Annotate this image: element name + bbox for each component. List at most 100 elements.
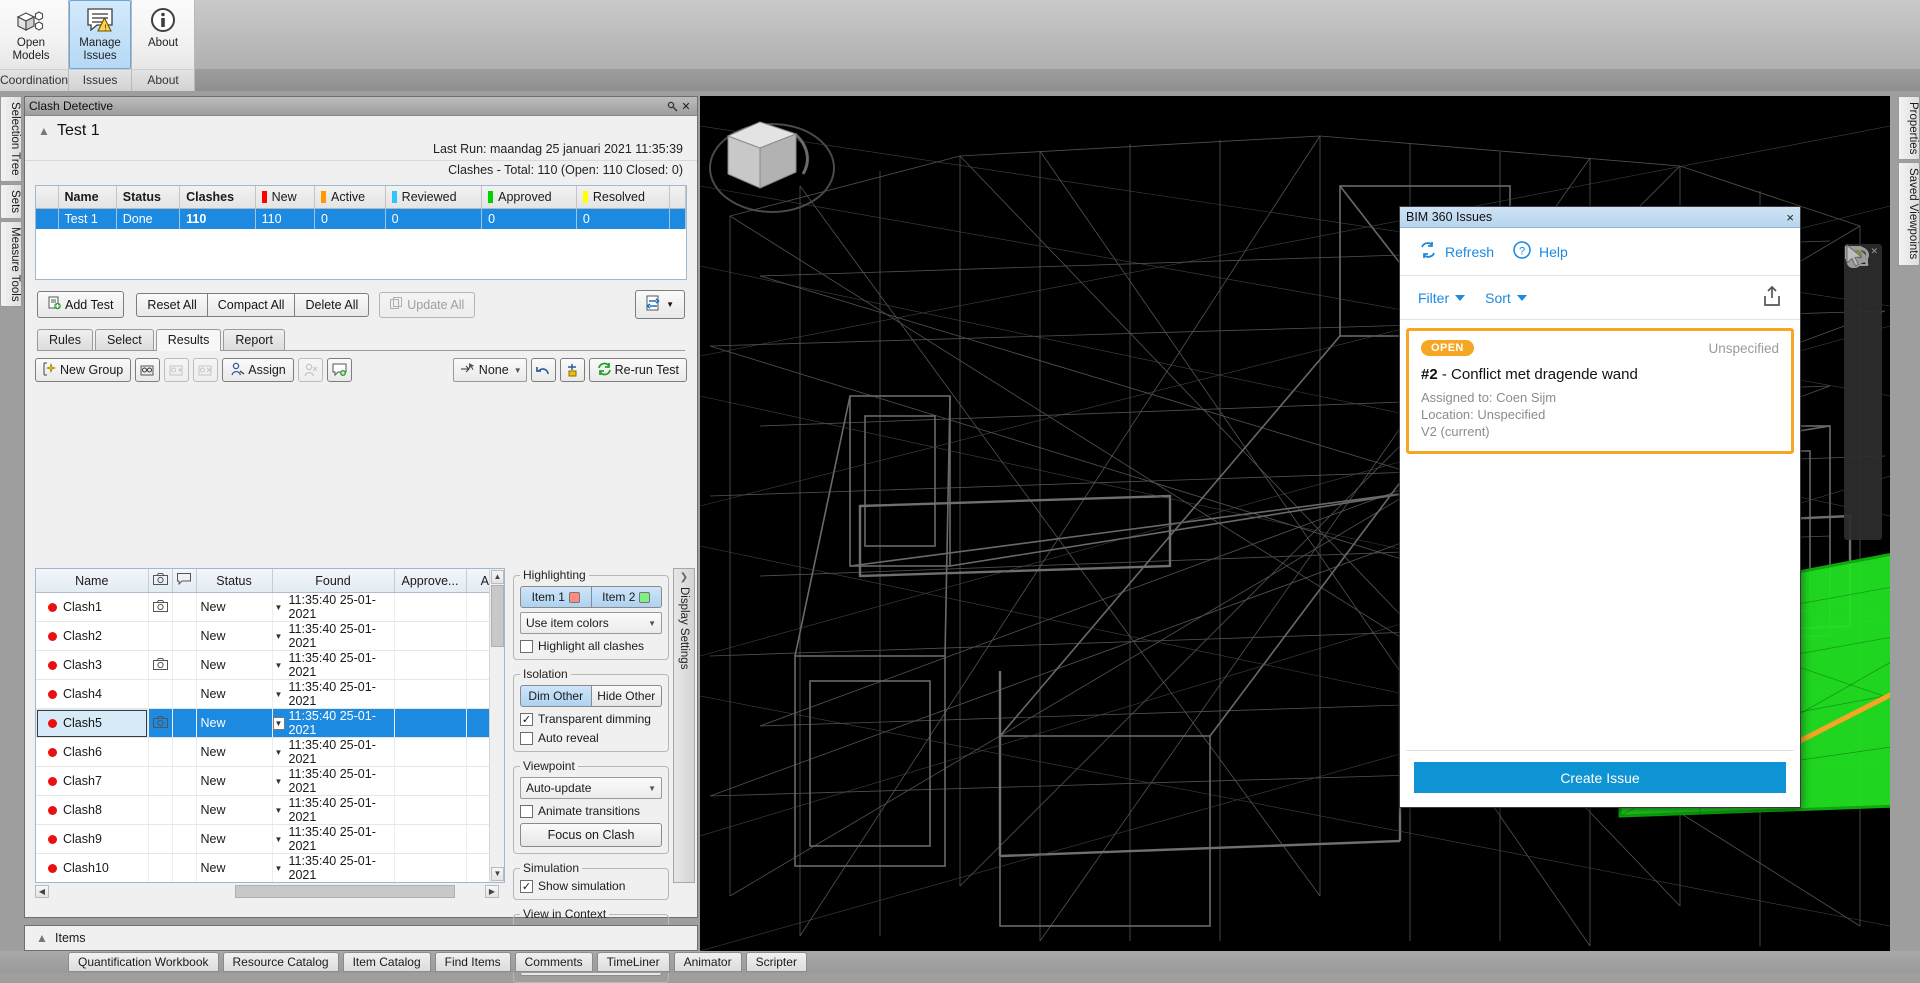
bottom-tab-quantification-workbook[interactable]: Quantification Workbook (68, 952, 219, 972)
summary-col-approved[interactable]: Approved (481, 186, 577, 209)
walk-icon[interactable] (1844, 246, 1882, 484)
show-simulation-row[interactable]: ✓ Show simulation (520, 879, 662, 893)
pan-hand-icon[interactable] (1844, 247, 1882, 332)
transparent-dimming-checkbox[interactable]: ✓ (520, 712, 533, 726)
panel-close-icon[interactable]: ✕ (679, 99, 693, 113)
results-vertical-scrollbar[interactable]: ▲ ▼ (489, 569, 504, 882)
bottom-tab-timeliner[interactable]: TimeLiner (596, 952, 670, 972)
cell-status[interactable]: New (196, 708, 273, 738)
import-export-button[interactable]: ▼ (635, 290, 685, 319)
status-dropdown-caret-icon[interactable]: ▼ (273, 630, 285, 643)
summary-col-new[interactable]: New (255, 186, 316, 209)
cell-image[interactable] (148, 650, 173, 680)
cell-comment[interactable] (172, 853, 197, 882)
create-issue-button[interactable]: Create Issue (1414, 762, 1786, 793)
status-dropdown-caret-icon[interactable]: ▼ (273, 775, 285, 788)
tab-rules[interactable]: Rules (37, 329, 93, 350)
cell-comment[interactable] (172, 795, 197, 825)
cell-status[interactable]: New (196, 824, 273, 854)
status-dropdown-caret-icon[interactable]: ▼ (273, 746, 285, 759)
viewpoint-mode-select[interactable]: Auto-update ▼ (520, 777, 662, 799)
refresh-button[interactable]: Refresh (1418, 240, 1494, 263)
cell-status[interactable]: New (196, 650, 273, 680)
highlight-all-row[interactable]: Highlight all clashes (520, 639, 662, 653)
display-settings-collapse-tab[interactable]: ❯ Display Settings (673, 568, 695, 883)
cell-image[interactable] (148, 621, 173, 651)
cell-comment[interactable] (172, 824, 197, 854)
hscroll-thumb[interactable] (235, 885, 455, 898)
manage-issues-button[interactable]: ! Manage Issues (69, 0, 132, 69)
status-dropdown-caret-icon[interactable]: ▼ (273, 833, 285, 846)
new-group-button[interactable]: New Group (35, 358, 132, 382)
table-row[interactable]: Clash2 New ▼ 11:35:40 25-01-2021 (36, 621, 504, 651)
close-icon[interactable]: × (1786, 210, 1794, 225)
help-button[interactable]: ? Help (1512, 240, 1568, 263)
scroll-thumb[interactable] (491, 585, 504, 647)
view-cube[interactable] (700, 96, 850, 236)
sidebar-tab-saved-viewpoints[interactable]: Saved Viewpoints (1898, 162, 1920, 266)
table-row[interactable]: Clash6 New ▼ 11:35:40 25-01-2021 (36, 737, 504, 767)
collapse-chevron-icon[interactable]: ▲ (35, 122, 53, 140)
hide-other-toggle[interactable]: Hide Other (591, 685, 662, 707)
sort-dropdown[interactable]: Sort (1485, 290, 1527, 306)
cell-comment[interactable] (172, 737, 197, 767)
table-row[interactable]: Clash8 New ▼ 11:35:40 25-01-2021 (36, 795, 504, 825)
bottom-tab-find-items[interactable]: Find Items (434, 952, 511, 972)
undo-icon[interactable] (530, 358, 556, 382)
look-around-eye-icon[interactable] (1844, 246, 1882, 446)
cell-comment[interactable] (172, 883, 196, 884)
tab-select[interactable]: Select (94, 329, 154, 350)
cell-image[interactable] (148, 824, 173, 854)
cell-status[interactable]: New (196, 766, 273, 796)
share-export-icon[interactable] (1762, 285, 1782, 310)
summary-col-status[interactable]: Status (116, 186, 181, 209)
table-row[interactable]: Clash10 New ▼ 11:35:40 25-01-2021 (36, 853, 504, 882)
sidebar-tab-measure-tools[interactable]: Measure Tools (0, 220, 22, 308)
sidebar-tab-properties[interactable]: Properties (1898, 96, 1920, 161)
bim360-issues-dialog[interactable]: BIM 360 Issues × Refresh ? Help Filter S… (1399, 206, 1801, 808)
reset-clash-icon[interactable] (559, 358, 585, 382)
items-collapse-chevron-icon[interactable]: ▲ (33, 929, 51, 947)
navigation-bar[interactable]: ✕ (1844, 244, 1882, 540)
item1-toggle[interactable]: Item 1 (520, 586, 592, 608)
table-row[interactable]: Clash4 New ▼ 11:35:40 25-01-2021 (36, 679, 504, 709)
highlight-color-mode-select[interactable]: Use item colors ▼ (520, 612, 662, 634)
bottom-tab-resource-catalog[interactable]: Resource Catalog (222, 952, 339, 972)
animate-transitions-row[interactable]: Animate transitions (520, 804, 662, 818)
summary-col-resolved[interactable]: Resolved (576, 186, 670, 209)
status-dropdown-caret-icon[interactable]: ▼ (272, 716, 285, 730)
table-row[interactable]: Clash11 New▼11:35:40 25-01-2021 (36, 883, 504, 884)
assign-button[interactable]: Assign (222, 358, 294, 382)
auto-reveal-row[interactable]: Auto reveal (520, 731, 662, 745)
results-col-found[interactable]: Found (272, 569, 395, 593)
cell-status[interactable]: New (196, 679, 273, 709)
add-test-button[interactable]: Add Test (37, 291, 125, 318)
table-row[interactable]: Test 1 Done 110 110 0 0 0 0 (36, 208, 687, 229)
bottom-tab-scripter[interactable]: Scripter (745, 952, 807, 972)
table-row[interactable]: Clash1 New ▼ 11:35:40 25-01-2021 (36, 592, 504, 622)
results-col-approved-by[interactable]: Approve... (394, 569, 467, 593)
scroll-right-arrow[interactable]: ▶ (485, 885, 499, 898)
cell-status[interactable]: New (196, 621, 273, 651)
summary-col-reviewed[interactable]: Reviewed (385, 186, 483, 209)
bottom-tab-animator[interactable]: Animator (673, 952, 742, 972)
status-dropdown-caret-icon[interactable]: ▼ (273, 862, 285, 875)
summary-col-clashes[interactable]: Clashes (179, 186, 256, 209)
tests-summary-grid[interactable]: Name Status Clashes New Active Reviewed … (35, 185, 687, 280)
scroll-up-arrow[interactable]: ▲ (491, 570, 504, 584)
cell-comment[interactable] (172, 766, 197, 796)
cell-status[interactable]: New (196, 795, 273, 825)
items-panel[interactable]: ▲ Items (24, 925, 698, 951)
about-button[interactable]: About (132, 0, 194, 69)
status-dropdown-caret-icon[interactable]: ▼ (273, 659, 285, 672)
table-row[interactable]: Clash3 New ▼ 11:35:40 25-01-2021 (36, 650, 504, 680)
dim-other-toggle[interactable]: Dim Other (520, 685, 592, 707)
table-row[interactable]: Clash7 New ▼ 11:35:40 25-01-2021 (36, 766, 504, 796)
sidebar-tab-selection-tree[interactable]: Selection Tree (0, 96, 22, 182)
compact-all-button[interactable]: Compact All (207, 292, 296, 317)
cell-comment[interactable] (172, 679, 197, 709)
tab-results[interactable]: Results (155, 329, 222, 351)
scroll-left-arrow[interactable]: ◀ (35, 885, 49, 898)
results-col-name[interactable]: Name (36, 569, 149, 593)
transparent-dimming-row[interactable]: ✓ Transparent dimming (520, 712, 662, 726)
